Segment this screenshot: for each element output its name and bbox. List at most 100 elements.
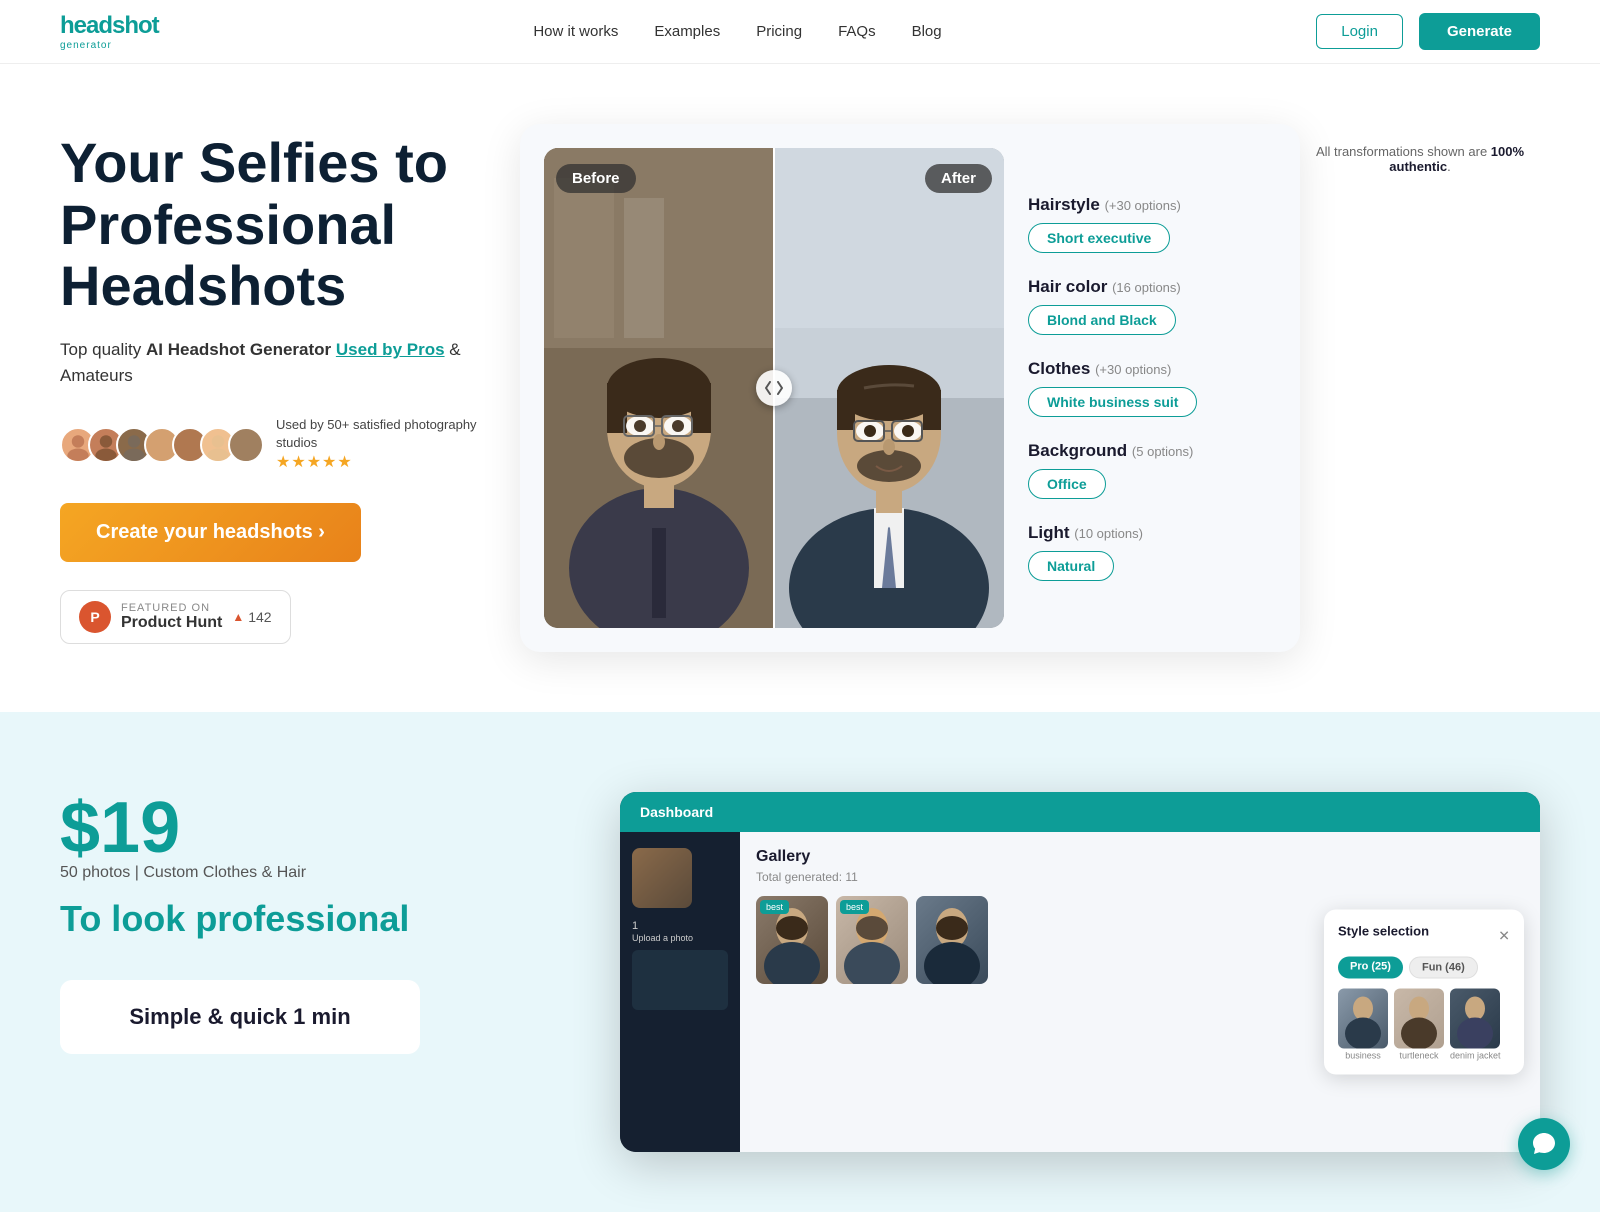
gallery-title: Gallery [756,848,1524,866]
social-proof-row: Used by 50+ satisfied photography studio… [60,416,480,475]
hairstyle-chip[interactable]: Short executive [1028,223,1170,253]
product-hunt-info: FEATURED ON Product Hunt [121,602,222,632]
style-label: business [1338,1051,1388,1061]
style-tab-fun[interactable]: Fun (46) [1409,957,1478,979]
avatar-stack [60,427,264,463]
after-image [774,148,1004,628]
style-selection-overlay: Style selection ✕ Pro (25) Fun (46) [1324,910,1524,1075]
light-option: Light (10 options) Natural [1028,523,1276,581]
close-icon[interactable]: ✕ [1498,928,1510,945]
clothes-chip[interactable]: White business suit [1028,387,1197,417]
background-title: Background [1028,441,1127,460]
tagline-label: To look professional [60,898,560,940]
gallery-image[interactable]: best [836,896,908,984]
price-sub-label: 50 photos | Custom Clothes & Hair [60,864,560,882]
light-title: Light [1028,523,1070,542]
product-hunt-count: ▲ 142 [232,609,271,625]
logo[interactable]: headshot generator [60,12,159,51]
upvote-count: 142 [248,609,271,625]
hair-color-option: Hair color (16 options) Blond and Black [1028,277,1276,335]
background-count: (5 options) [1132,444,1193,459]
light-label: Light (10 options) [1028,523,1276,543]
bottom-section: $19 50 photos | Custom Clothes & Hair To… [0,712,1600,1212]
style-overlay-title: Style selection [1338,924,1429,939]
dashboard-sidebar: 1Upload a photo [620,832,740,1152]
hero-right: Before After Hairstyle (+30 options) Sho… [520,124,1540,652]
hairstyle-count: (+30 options) [1105,198,1181,213]
chat-button[interactable] [1518,1118,1570,1170]
nav-blog[interactable]: Blog [912,23,942,40]
light-chip[interactable]: Natural [1028,551,1114,581]
style-option[interactable]: denim jacket [1450,989,1501,1061]
login-button[interactable]: Login [1316,14,1403,49]
before-after-comparison[interactable]: Before After [544,148,1004,628]
nav-actions: Login Generate [1316,13,1540,50]
before-image [544,148,774,628]
hair-color-title: Hair color [1028,277,1107,296]
create-headshots-button[interactable]: Create your headshots › [60,503,361,562]
background-label: Background (5 options) [1028,441,1276,461]
background-chip[interactable]: Office [1028,469,1106,499]
nav-faqs[interactable]: FAQs [838,23,876,40]
nav-links: How it works Examples Pricing FAQs Blog [533,23,941,40]
hero-subtitle: Top quality AI Headshot Generator Used b… [60,337,480,388]
cta-label: Create your headshots › [96,521,325,544]
clothes-label: Clothes (+30 options) [1028,359,1276,379]
style-label: denim jacket [1450,1051,1501,1061]
social-proof-text: Used by 50+ satisfied photography studio… [276,416,480,475]
hairstyle-label: Hairstyle (+30 options) [1028,195,1276,215]
dashboard-body: 1Upload a photo Gallery Total generated:… [620,832,1540,1152]
gallery-sub: Total generated: 11 [756,870,1524,884]
avatar [228,427,264,463]
nav-how-it-works[interactable]: How it works [533,23,618,40]
dashboard-main: Gallery Total generated: 11 best best [740,832,1540,1152]
bottom-right: Dashboard 1Upload a photo Gallery Total … [620,792,1540,1152]
logo-brand: headshot [60,12,159,40]
product-hunt-icon: P [79,601,111,633]
nav-examples[interactable]: Examples [654,23,720,40]
comparison-handle[interactable] [756,370,792,406]
ph-letter: P [90,609,99,625]
hero-title: Your Selfies to Professional Headshots [60,132,480,317]
upvote-arrow-icon: ▲ [232,610,244,624]
background-option: Background (5 options) Office [1028,441,1276,499]
clothes-title: Clothes [1028,359,1090,378]
product-hunt-badge[interactable]: P FEATURED ON Product Hunt ▲ 142 [60,590,291,644]
price-label: $19 [60,792,560,864]
hairstyle-option: Hairstyle (+30 options) Short executive [1028,195,1276,253]
hero-left: Your Selfies to Professional Headshots T… [60,132,480,644]
light-count: (10 options) [1074,526,1143,541]
social-proof-label: Used by 50+ satisfied photography studio… [276,416,480,452]
used-by-pros-link[interactable]: Used by Pros [336,340,445,359]
navbar: headshot generator How it works Examples… [0,0,1600,64]
style-label: turtleneck [1394,1051,1444,1061]
style-tabs: Pro (25) Fun (46) [1338,957,1510,979]
generate-button[interactable]: Generate [1419,13,1540,50]
hair-color-count: (16 options) [1112,280,1181,295]
hair-color-chip[interactable]: Blond and Black [1028,305,1176,335]
clothes-count: (+30 options) [1095,362,1171,377]
after-label: After [925,164,992,193]
style-option[interactable]: business [1338,989,1388,1061]
clothes-option: Clothes (+30 options) White business sui… [1028,359,1276,417]
style-grid: business turtleneck [1338,989,1510,1061]
hair-color-label: Hair color (16 options) [1028,277,1276,297]
nav-pricing[interactable]: Pricing [756,23,802,40]
product-hunt-name: Product Hunt [121,614,222,632]
demo-card: Before After Hairstyle (+30 options) Sho… [520,124,1300,652]
gallery-image[interactable] [916,896,988,984]
dashboard-preview: Dashboard 1Upload a photo Gallery Total … [620,792,1540,1152]
best-badge: best [840,900,869,914]
style-tab-pro[interactable]: Pro (25) [1338,957,1403,979]
best-badge: best [760,900,789,914]
simple-text: Simple & quick 1 min [92,1004,388,1030]
logo-sub: generator [60,40,159,51]
gallery-image[interactable]: best [756,896,828,984]
stars-rating: ★★★★★ [276,452,480,474]
style-option[interactable]: turtleneck [1394,989,1444,1061]
authentic-prefix: All transformations shown are [1316,144,1491,159]
bottom-left: $19 50 photos | Custom Clothes & Hair To… [60,792,560,1054]
options-panel: Hairstyle (+30 options) Short executive … [1028,148,1276,628]
hairstyle-title: Hairstyle [1028,195,1100,214]
sidebar-upload: 1Upload a photo [632,920,728,944]
